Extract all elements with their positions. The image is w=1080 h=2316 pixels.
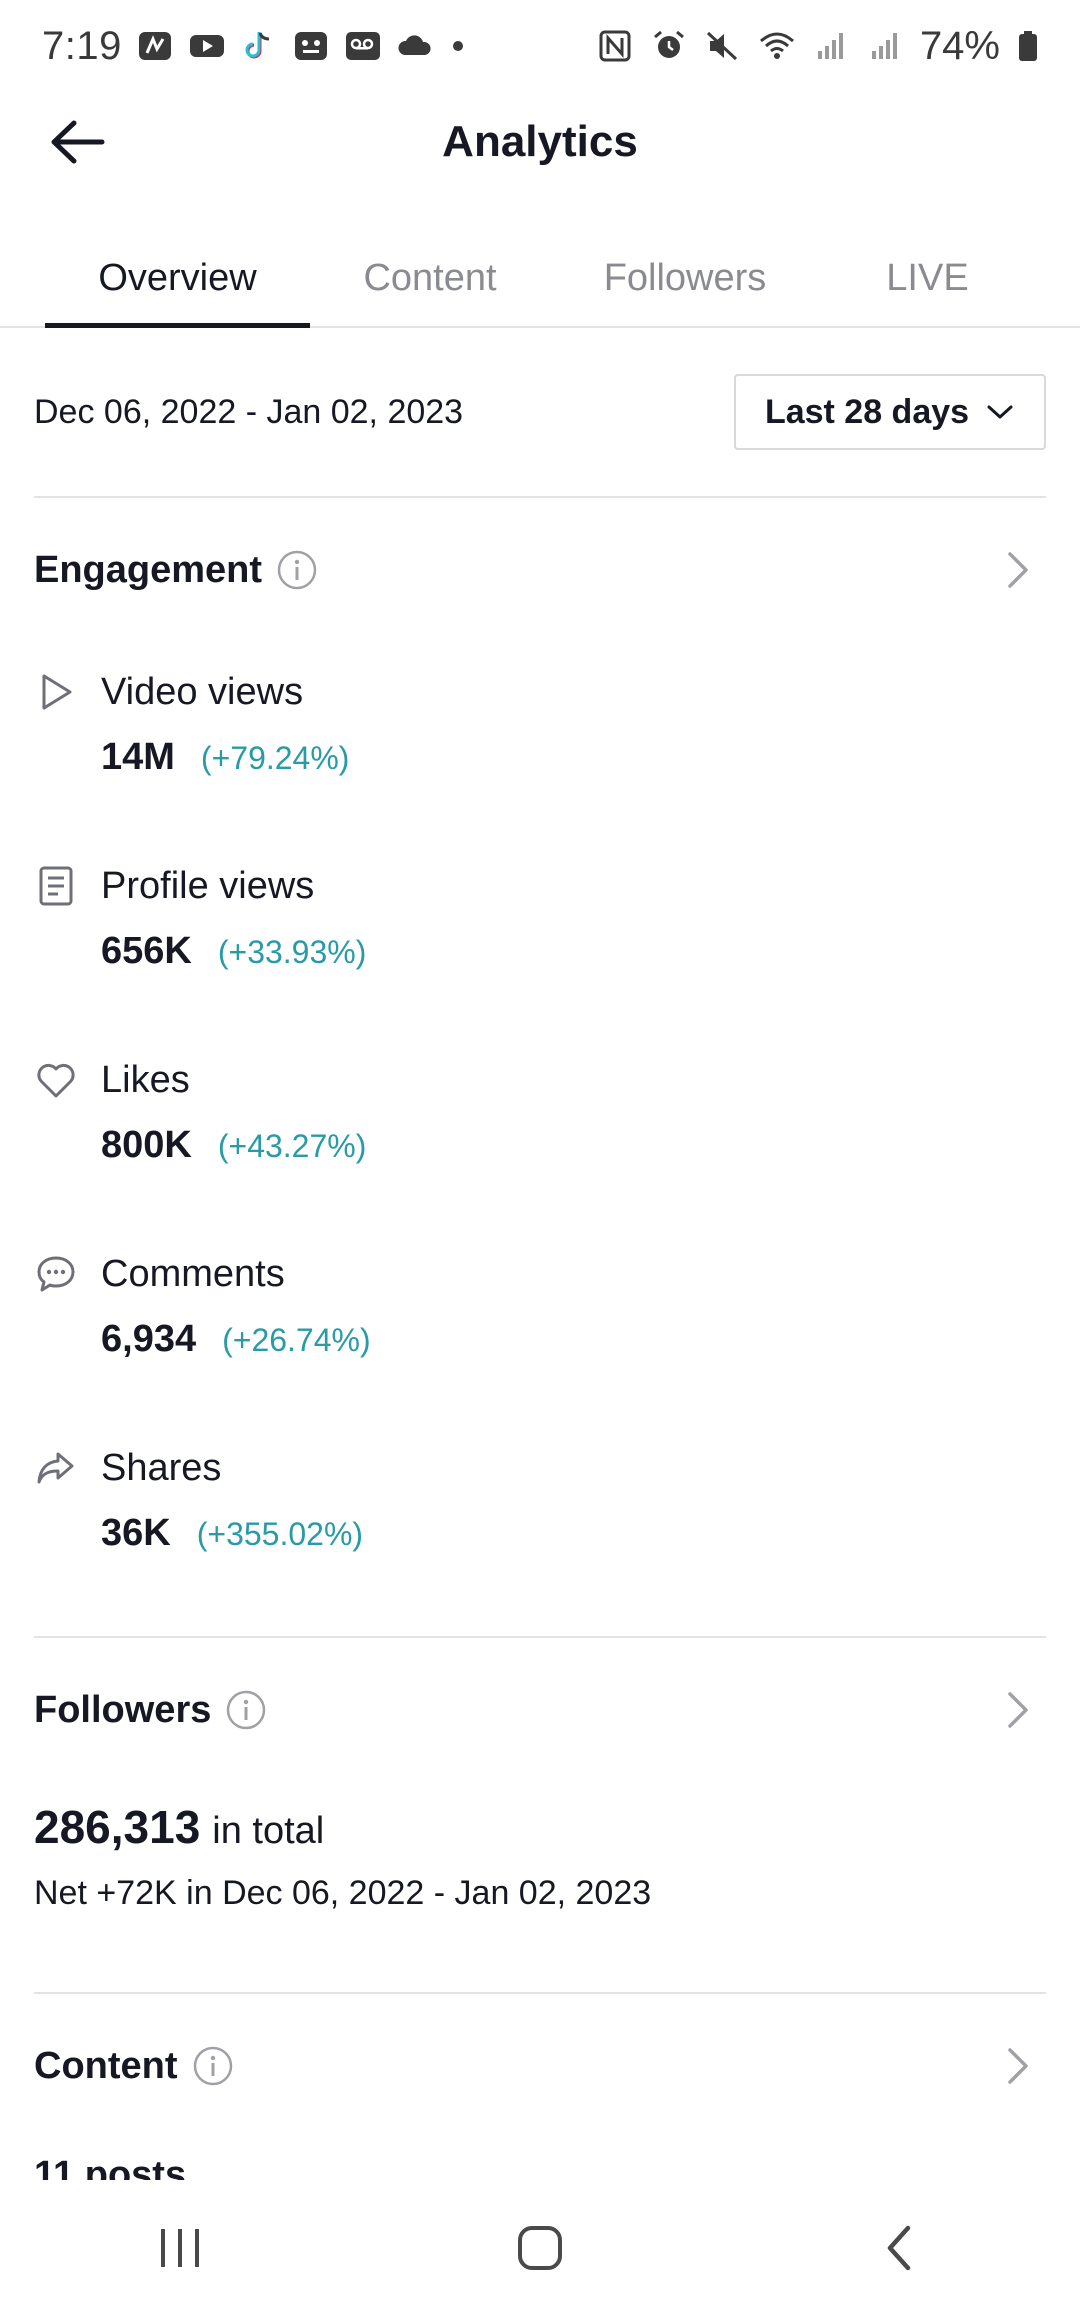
battery-percent: 74% — [919, 23, 1000, 68]
date-range-selected: Last 28 days — [764, 392, 970, 431]
metric-value: 36K — [101, 1512, 171, 1554]
cloud-icon — [396, 29, 434, 63]
metric-value: 656K — [101, 930, 192, 972]
nfc-app-icon — [136, 29, 174, 63]
tab-followers[interactable]: Followers — [570, 228, 800, 328]
status-right: 74% — [596, 24, 1040, 69]
metric-change: (+43.27%) — [217, 1128, 367, 1164]
status-bar: 7:19 74% — [0, 0, 1080, 92]
date-range-text: Dec 06, 2022 - Jan 02, 2023 — [34, 392, 464, 431]
info-icon[interactable] — [276, 549, 318, 591]
chevron-down-icon — [987, 405, 1013, 419]
signal-icon — [866, 29, 904, 63]
tab-bar: Overview Content Followers LIVE — [0, 228, 1080, 328]
metric-change: (+26.74%) — [222, 1322, 371, 1358]
share-icon — [37, 1452, 74, 1484]
metric-value-row: 14M (+79.24%) — [101, 736, 349, 779]
recent-apps-button[interactable] — [120, 2198, 240, 2298]
home-button[interactable] — [480, 2198, 600, 2298]
nfc-icon — [596, 29, 634, 63]
engagement-title: Engagement — [34, 548, 263, 591]
metric-label: Shares — [101, 1447, 222, 1489]
voicemail-icon — [344, 29, 382, 63]
app-icon — [292, 29, 330, 63]
tab-live[interactable]: LIVE — [840, 228, 1015, 328]
wifi-icon — [758, 29, 796, 63]
metric-value: 800K — [101, 1124, 192, 1166]
tab-overview[interactable]: Overview — [45, 228, 310, 328]
metric-value-row: 6,934 (+26.74%) — [101, 1318, 371, 1361]
metric-shares: Shares 36K (+355.02%) — [34, 1440, 1046, 1580]
system-nav-bar — [0, 2180, 1080, 2316]
home-icon — [518, 2226, 562, 2270]
info-icon[interactable] — [192, 2045, 234, 2087]
battery-icon — [1016, 29, 1040, 63]
status-time: 7:19 — [42, 23, 122, 68]
metric-label: Comments — [101, 1253, 285, 1295]
comment-icon — [37, 1256, 75, 1292]
divider — [34, 1992, 1046, 1994]
divider — [34, 496, 1046, 498]
tiktok-icon — [240, 29, 278, 63]
metric-likes: Likes 800K (+43.27%) — [34, 1052, 1046, 1192]
active-tab-indicator — [45, 323, 310, 328]
metric-value: 6,934 — [101, 1318, 197, 1360]
mute-icon — [704, 29, 742, 63]
followers-total: 286,313 in total — [34, 1800, 324, 1854]
followers-net-change: Net +72K in Dec 06, 2022 - Jan 02, 2023 — [34, 1874, 652, 1912]
chevron-right-icon[interactable] — [1000, 1688, 1036, 1732]
metric-change: (+355.02%) — [196, 1516, 364, 1552]
arrow-left-icon — [51, 120, 105, 164]
metric-value-row: 36K (+355.02%) — [101, 1512, 363, 1555]
content-summary-text: 11 posts — [34, 2160, 434, 2180]
metric-value-row: 800K (+43.27%) — [101, 1124, 366, 1167]
alarm-icon — [650, 29, 688, 63]
page-title: Analytics — [442, 117, 638, 166]
metric-change: (+33.93%) — [217, 934, 367, 970]
play-icon — [42, 674, 72, 710]
content-summary-peek: 11 posts — [34, 2160, 434, 2180]
tab-content[interactable]: Content — [330, 228, 530, 328]
signal-icon — [812, 29, 850, 63]
metric-video-views: Video views 14M (+79.24%) — [34, 664, 1046, 804]
app-header: Analytics — [0, 92, 1080, 192]
metric-label: Profile views — [101, 865, 315, 907]
followers-count: 286,313 — [34, 1801, 201, 1853]
content-title: Content — [34, 2044, 178, 2087]
metric-profile-views: Profile views 656K (+33.93%) — [34, 858, 1046, 998]
status-left: 7:19 — [42, 24, 468, 69]
followers-title: Followers — [34, 1688, 212, 1731]
back-button[interactable] — [44, 114, 108, 170]
back-nav-button[interactable] — [840, 2198, 960, 2298]
content-header[interactable]: Content — [34, 2036, 1046, 2096]
profile-icon — [39, 866, 73, 906]
date-range-dropdown[interactable]: Last 28 days — [734, 374, 1046, 450]
engagement-header[interactable]: Engagement — [34, 540, 1046, 600]
youtube-icon — [188, 29, 226, 63]
metric-label: Video views — [101, 671, 304, 713]
dot-icon — [448, 29, 468, 63]
metric-label: Likes — [101, 1059, 190, 1101]
followers-header[interactable]: Followers — [34, 1680, 1046, 1740]
metric-change: (+79.24%) — [200, 740, 350, 776]
divider — [34, 1636, 1046, 1638]
date-filter-row: Dec 06, 2022 - Jan 02, 2023 Last 28 days — [34, 374, 1046, 450]
followers-suffix: in total — [212, 1810, 325, 1852]
metric-comments: Comments 6,934 (+26.74%) — [34, 1246, 1046, 1386]
metric-value-row: 656K (+33.93%) — [101, 930, 366, 973]
metric-value: 14M — [101, 736, 175, 778]
recent-apps-icon — [161, 2229, 199, 2267]
chevron-left-icon — [887, 2225, 911, 2271]
chevron-right-icon[interactable] — [1000, 2044, 1036, 2088]
heart-icon — [37, 1063, 75, 1098]
chevron-right-icon[interactable] — [1000, 548, 1036, 592]
info-icon[interactable] — [225, 1689, 267, 1731]
